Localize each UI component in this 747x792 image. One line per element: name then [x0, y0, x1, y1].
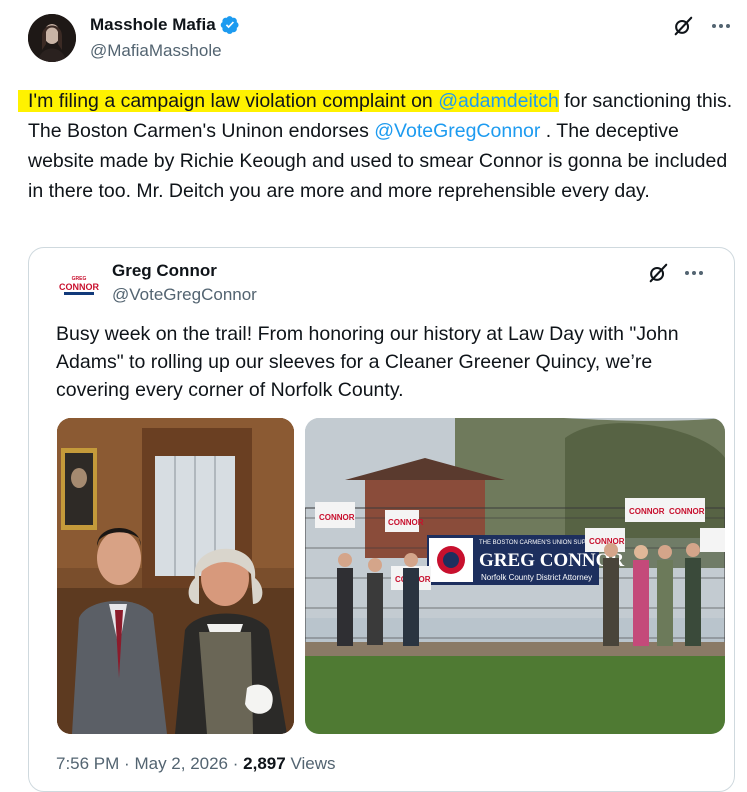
- post-text-part-1: I'm filing a campaign law violation comp…: [28, 90, 439, 112]
- post-avatar[interactable]: [28, 14, 76, 62]
- quoted-post[interactable]: GREG CONNOR Greg Connor @VoteGregConnor …: [28, 247, 735, 792]
- mention-votegregconnor[interactable]: @VoteGregConnor: [374, 120, 540, 142]
- sign-label: CONNOR: [669, 507, 705, 516]
- views-label: Views: [290, 754, 336, 773]
- sign-label: CONNOR: [319, 513, 355, 522]
- logo-bar: [64, 291, 94, 295]
- verified-badge-icon: [220, 15, 240, 35]
- grok-icon[interactable]: [646, 261, 670, 285]
- post-author-name-text[interactable]: Masshole Mafia: [90, 15, 216, 35]
- logo-big-text: CONNOR: [59, 281, 99, 292]
- post-text: I'm filing a campaign law violation comp…: [28, 86, 740, 206]
- post-time: 7:56 PM: [56, 754, 120, 773]
- banner-name: GREG CONNOR: [479, 550, 624, 571]
- post-timestamp[interactable]: 7:56 PM · May 2, 2026 · 2,897 Views: [56, 754, 335, 774]
- banner-subtitle: Norfolk County District Attorney: [481, 573, 592, 582]
- quoted-post-text: Busy week on the trail! From honoring ou…: [56, 323, 679, 401]
- post-author-handle[interactable]: @MafiaMasshole: [90, 41, 222, 61]
- highlighted-text: I'm filing a campaign law violation comp…: [28, 90, 559, 112]
- mention-adamdeitch[interactable]: @adamdeitch: [438, 90, 559, 112]
- photo-law-day[interactable]: [57, 418, 294, 734]
- quoted-author-name[interactable]: Greg Connor: [112, 261, 217, 281]
- more-icon[interactable]: [682, 261, 706, 285]
- views-count: 2,897: [243, 754, 286, 773]
- separator: ·: [124, 754, 130, 773]
- photo-cleanup-crew[interactable]: THE BOSTON CARMEN'S UNION SUPPORTS GREG …: [305, 418, 725, 734]
- sign-label: CONNOR: [388, 518, 424, 527]
- post-date: May 2, 2026: [134, 754, 229, 773]
- quoted-author-handle[interactable]: @VoteGregConnor: [112, 285, 257, 305]
- quoted-post-actions: [646, 261, 706, 285]
- post-actions: [671, 14, 733, 38]
- separator: ·: [232, 754, 239, 773]
- quoted-author-logo[interactable]: GREG CONNOR: [59, 273, 99, 297]
- more-icon[interactable]: [709, 14, 733, 38]
- post-author-name[interactable]: Masshole Mafia: [90, 15, 240, 35]
- sign-label: CONNOR: [629, 507, 665, 516]
- grok-icon[interactable]: [671, 14, 695, 38]
